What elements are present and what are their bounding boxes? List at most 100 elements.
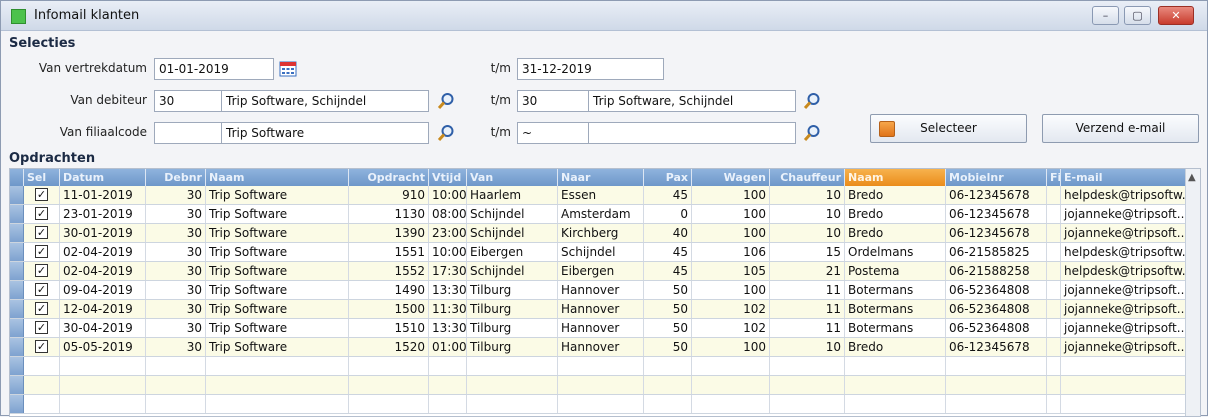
magnifier-icon[interactable] — [437, 124, 455, 142]
row-selector[interactable] — [10, 186, 24, 204]
datum-cell: 12-04-2019 — [60, 300, 146, 318]
magnifier-icon[interactable] — [803, 124, 821, 142]
magnifier-icon[interactable] — [437, 92, 455, 110]
table-row[interactable]: ✓ 12-04-2019 30 Trip Software 1500 11:30 Tilbu… — [10, 300, 1186, 319]
fil-cell — [1047, 186, 1061, 204]
select-checkbox[interactable]: ✓ — [35, 340, 48, 353]
vertrekdatum-from-field[interactable]: 01-01-2019 — [154, 58, 274, 80]
row-selector[interactable] — [10, 300, 24, 318]
header-col-vtijd[interactable]: Vtijd — [429, 169, 467, 186]
header-col-debnr[interactable]: Debnr — [146, 169, 206, 186]
select-checkbox[interactable]: ✓ — [35, 245, 48, 258]
filiaalcode-from-name-field[interactable]: Trip Software — [221, 122, 429, 144]
header-col-chauffeur-naam[interactable]: Naam — [845, 169, 946, 186]
chauffeur-naam-cell: Bredo — [845, 224, 946, 242]
table-row[interactable]: ✓ 02-04-2019 30 Trip Software 1551 10:00 Eiber… — [10, 243, 1186, 262]
mobielnr-cell — [946, 357, 1047, 375]
header-col-wagen[interactable]: Wagen — [692, 169, 770, 186]
select-checkbox[interactable]: ✓ — [35, 226, 48, 239]
debiteur-from-name-field[interactable]: Trip Software, Schijndel — [221, 90, 429, 112]
email-cell: jojanneke@tripsoft... — [1061, 319, 1186, 337]
table-row[interactable]: ✓ 05-05-2019 30 Trip Software 1520 01:00 Tilbu… — [10, 338, 1186, 357]
filiaalcode-to-name-field[interactable] — [588, 122, 796, 144]
table-row[interactable]: ✓ 02-04-2019 30 Trip Software 1552 17:30 Schij… — [10, 262, 1186, 281]
chauffeur-naam-cell — [845, 395, 946, 413]
select-checkbox[interactable]: ✓ — [35, 207, 48, 220]
magnifier-icon[interactable] — [803, 92, 821, 110]
header-col-email[interactable]: E-mail — [1061, 169, 1186, 186]
select-checkbox[interactable]: ✓ — [35, 264, 48, 277]
selecteer-button[interactable]: Selecteer — [870, 114, 1027, 143]
header-col-fil[interactable]: Fil — [1047, 169, 1061, 186]
naam-cell — [206, 395, 349, 413]
header-col-naam[interactable]: Naam — [206, 169, 349, 186]
table-row[interactable] — [10, 376, 1186, 395]
header-col-datum[interactable]: Datum — [60, 169, 146, 186]
filiaalcode-from-code-field[interactable] — [154, 122, 222, 144]
table-row[interactable]: ✓ 30-04-2019 30 Trip Software 1510 13:30 Tilbu… — [10, 319, 1186, 338]
opdracht-cell: 1520 — [349, 338, 429, 356]
row-selector[interactable] — [10, 395, 24, 413]
row-selector[interactable] — [10, 224, 24, 242]
table-row[interactable]: ✓ 30-01-2019 30 Trip Software 1390 23:00 Schij… — [10, 224, 1186, 243]
debiteur-to-name-field[interactable]: Trip Software, Schijndel — [588, 90, 796, 112]
header-col-opdracht[interactable]: Opdracht — [349, 169, 429, 186]
verzend-email-button[interactable]: Verzend e-mail — [1042, 114, 1199, 143]
wagen-cell: 100 — [692, 205, 770, 223]
header-col-sel[interactable]: Sel — [24, 169, 60, 186]
header-col-van[interactable]: Van — [467, 169, 558, 186]
table-row[interactable]: ✓ 11-01-2019 30 Trip Software 910 10:00 Haarle… — [10, 186, 1186, 205]
select-checkbox[interactable]: ✓ — [35, 321, 48, 334]
debiteur-from-code-field[interactable]: 30 — [154, 90, 222, 112]
chauffeur-naam-cell: Bredo — [845, 338, 946, 356]
table-row[interactable] — [10, 395, 1186, 414]
debiteur-to-code-field[interactable]: 30 — [517, 90, 589, 112]
row-selector[interactable] — [10, 338, 24, 356]
row-selector[interactable] — [10, 205, 24, 223]
naar-cell: Hannover — [558, 300, 644, 318]
opdracht-cell: 910 — [349, 186, 429, 204]
naar-cell: Amsterdam — [558, 205, 644, 223]
header-col-naar[interactable]: Naar — [558, 169, 644, 186]
maximize-button[interactable]: ▢ — [1124, 6, 1151, 25]
datum-cell: 05-05-2019 — [60, 338, 146, 356]
select-checkbox[interactable]: ✓ — [35, 188, 48, 201]
van-cell — [467, 357, 558, 375]
select-checkbox[interactable]: ✓ — [35, 302, 48, 315]
minimize-button[interactable]: – — [1092, 6, 1119, 25]
pax-cell: 45 — [644, 186, 692, 204]
scroll-up-icon[interactable]: ▲ — [1188, 172, 1196, 183]
debnr-cell — [146, 395, 206, 413]
row-selector[interactable] — [10, 357, 24, 375]
vertical-scrollbar[interactable]: ▲ — [1185, 169, 1200, 416]
row-selector[interactable] — [10, 376, 24, 394]
datum-cell: 30-01-2019 — [60, 224, 146, 242]
close-button[interactable]: ✕ — [1158, 6, 1194, 25]
header-col-chauffeur[interactable]: Chauffeur — [770, 169, 845, 186]
van-cell: Tilburg — [467, 281, 558, 299]
pax-cell: 45 — [644, 243, 692, 261]
mobielnr-cell: 06-21585825 — [946, 243, 1047, 261]
filiaalcode-to-code-field[interactable]: ~ — [517, 122, 589, 144]
datum-cell: 02-04-2019 — [60, 262, 146, 280]
van-cell: Schijndel — [467, 205, 558, 223]
vtijd-cell: 10:00 — [429, 243, 467, 261]
email-cell: jojanneke@tripsoft... — [1061, 281, 1186, 299]
table-row[interactable]: ✓ 23-01-2019 30 Trip Software 1130 08:00 Schij… — [10, 205, 1186, 224]
row-selector[interactable] — [10, 262, 24, 280]
datum-cell — [60, 395, 146, 413]
row-selector[interactable] — [10, 243, 24, 261]
vertrekdatum-to-field[interactable]: 31-12-2019 — [517, 58, 664, 80]
wagen-cell: 100 — [692, 224, 770, 242]
calendar-icon[interactable] — [279, 61, 297, 77]
header-col-pax[interactable]: Pax — [644, 169, 692, 186]
pax-cell: 0 — [644, 205, 692, 223]
table-row[interactable] — [10, 357, 1186, 376]
header-col-mobielnr[interactable]: Mobielnr — [946, 169, 1047, 186]
table-row[interactable]: ✓ 09-04-2019 30 Trip Software 1490 13:30 Tilbu… — [10, 281, 1186, 300]
pax-cell: 50 — [644, 338, 692, 356]
row-selector[interactable] — [10, 281, 24, 299]
vertrekdatum-to-label: t/m — [490, 61, 511, 75]
select-checkbox[interactable]: ✓ — [35, 283, 48, 296]
row-selector[interactable] — [10, 319, 24, 337]
